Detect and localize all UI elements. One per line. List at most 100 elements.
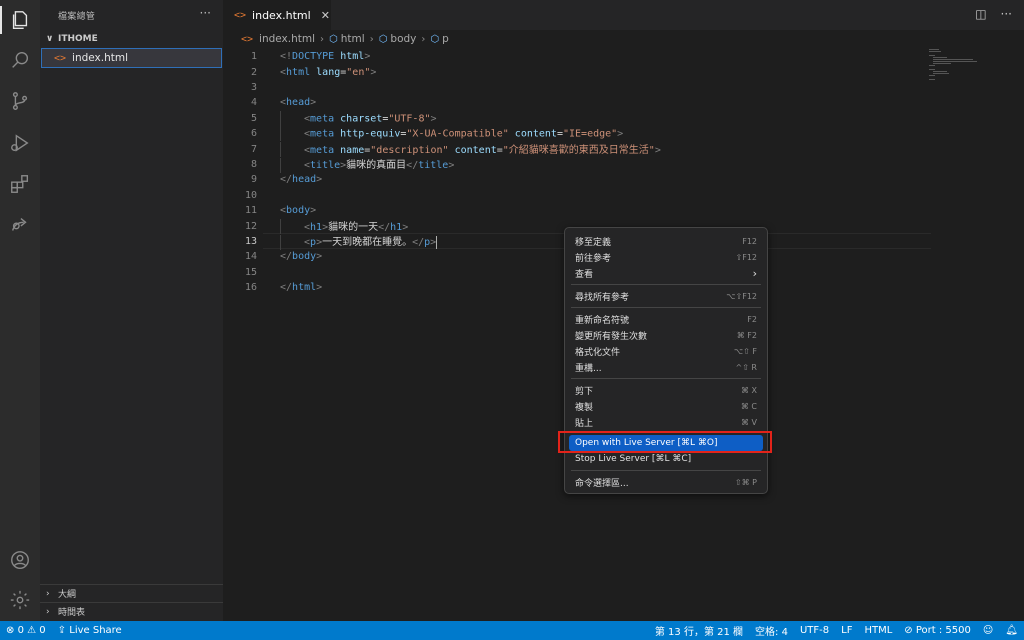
chevron-right-icon: › [369,33,374,45]
menu-divider [571,284,761,285]
activity-bar [0,0,40,621]
menu-item-label: 查看 [575,269,594,280]
line-number: 6 [250,128,257,140]
line-number: 13 [244,235,257,247]
highlight-annotation-box [558,431,772,453]
end-of-line[interactable]: LF [835,621,858,640]
indentation[interactable]: 空格: 4 [749,621,794,640]
more-actions-icon[interactable]: ··· [1001,7,1012,21]
html-file-icon: <> [54,52,67,64]
warning-icon: ⚠ [27,625,37,636]
menu-item-stop-live-server[interactable]: Stop Live Server [⌘L ⌘C] [569,451,763,467]
chevron-right-icon: › [421,33,426,45]
source-control-icon[interactable] [0,81,40,121]
code-line: 4 <head> [223,95,923,110]
menu-item-label: 尋找所有參考 [575,292,630,303]
menu-item-find-all-references[interactable]: 尋找所有參考 ⌥⇧F12 [569,288,763,304]
code-line: 9 </head> [223,172,923,187]
menu-item-command-palette[interactable]: 命令選擇區... ⇧⌘ P [569,474,763,490]
line-number: 12 [244,220,257,232]
account-icon[interactable] [0,540,40,580]
timeline-panel[interactable]: › 時間表 [40,602,223,620]
code-line: 5 <meta charset="UTF-8"> [223,110,923,126]
folder-ithome[interactable]: ∨ ITHOME [40,30,223,48]
menu-item-label: 重構... [575,363,602,374]
code-line: 6 <meta http-equiv="X-UA-Compatible" con… [223,126,923,142]
status-bar: ⊗ 0 ⚠ 0 ⇪ Live Share 第 13 行，第 21 欄 空格: 4… [0,621,1024,640]
breadcrumb-p[interactable]: p [442,33,449,45]
explorer-sidebar: 檔案總管 ··· ∨ ITHOME <> index.html › 大綱 › 時… [40,0,223,621]
line-number: 4 [250,97,257,109]
menu-item-peek[interactable]: 查看 › [569,265,763,281]
language-mode[interactable]: HTML [858,621,898,640]
file-label: index.html [72,52,129,64]
menu-item-go-to-references[interactable]: 前往參考 ⇧F12 [569,249,763,265]
submenu-chevron-icon: › [752,266,757,280]
outline-label: 大綱 [58,590,77,600]
line-number: 15 [244,266,257,278]
chevron-right-icon: › [46,588,50,599]
line-number: 3 [250,81,257,93]
live-server-port[interactable]: ⊘ Port : 5500 [898,621,977,640]
menu-item-change-all-occurrences[interactable]: 變更所有發生次數 ⌘ F2 [569,327,763,343]
menu-item-go-to-definition[interactable]: 移至定義 F12 [569,233,763,249]
file-index-html[interactable]: <> index.html [41,48,222,68]
menu-item-cut[interactable]: 剪下 ⌘ X [569,382,763,398]
line-number: 9 [250,174,257,186]
menu-item-label: 貼上 [575,418,594,429]
feedback-icon[interactable]: ☺ [977,621,999,640]
code-line: 3 [223,80,923,95]
menu-item-paste[interactable]: 貼上 ⌘ V [569,414,763,430]
menu-shortcut: ⌥⇧F12 [726,291,757,301]
line-number: 11 [244,205,257,217]
chevron-down-icon: ∨ [46,34,54,44]
menu-shortcut: ^⇧ R [735,362,757,372]
notifications-bell-icon[interactable]: 🔔︎ [999,621,1024,640]
split-editor-icon[interactable]: ◫ [975,7,986,21]
menu-item-label: 移至定義 [575,237,612,248]
tab-index-html[interactable]: <> index.html ✕ [223,0,331,30]
menu-shortcut: ⌘ F2 [736,330,757,340]
menu-shortcut: ⌥⇧ F [733,346,757,356]
element-icon: ⬡ [430,33,440,45]
html-file-icon: <> [234,9,247,21]
file-encoding[interactable]: UTF-8 [794,621,835,640]
breadcrumb-body[interactable]: body [390,33,416,45]
menu-item-label: 剪下 [575,386,594,397]
code-line: 8 <title>貓咪的真面目</title> [223,157,923,173]
menu-item-rename-symbol[interactable]: 重新命名符號 F2 [569,311,763,327]
live-share-icon: ⇪ [57,625,67,636]
more-actions-icon[interactable]: ··· [200,6,211,20]
menu-divider [571,378,761,379]
menu-shortcut: ⌘ X [740,385,757,395]
folder-label: ITHOME [58,34,98,44]
explorer-icon[interactable] [0,0,40,40]
code-line: 10 [223,188,923,203]
menu-item-label: 前往參考 [575,253,612,264]
live-share-icon[interactable] [0,205,40,245]
code-line: 1 <!DOCTYPE html> [223,49,923,64]
live-share-status[interactable]: ⇪ Live Share [52,621,128,640]
cursor-position[interactable]: 第 13 行，第 21 欄 [649,621,749,640]
search-icon[interactable] [0,40,40,80]
minimap[interactable] [929,48,989,108]
run-debug-icon[interactable] [0,123,40,163]
outline-panel[interactable]: › 大綱 [40,584,223,602]
settings-gear-icon[interactable] [0,580,40,620]
menu-shortcut: F12 [742,236,757,246]
problems-indicator[interactable]: ⊗ 0 ⚠ 0 [0,621,52,640]
menu-item-refactor[interactable]: 重構... ^⇧ R [569,359,763,375]
menu-item-copy[interactable]: 複製 ⌘ C [569,398,763,414]
breadcrumb-file[interactable]: index.html [259,33,315,45]
menu-item-label: Stop Live Server [⌘L ⌘C] [575,454,692,464]
line-number: 14 [244,251,257,263]
editor-actions: ◫ ··· [975,7,1012,21]
menu-item-format-document[interactable]: 格式化文件 ⌥⇧ F [569,343,763,359]
element-icon: ⬡ [329,33,338,45]
tab-label: index.html [252,8,311,22]
breadcrumb-html[interactable]: html [341,33,365,45]
warning-count: 0 [39,625,46,636]
close-tab-icon[interactable]: ✕ [321,9,330,22]
extensions-icon[interactable] [0,164,40,204]
timeline-label: 時間表 [58,608,86,618]
